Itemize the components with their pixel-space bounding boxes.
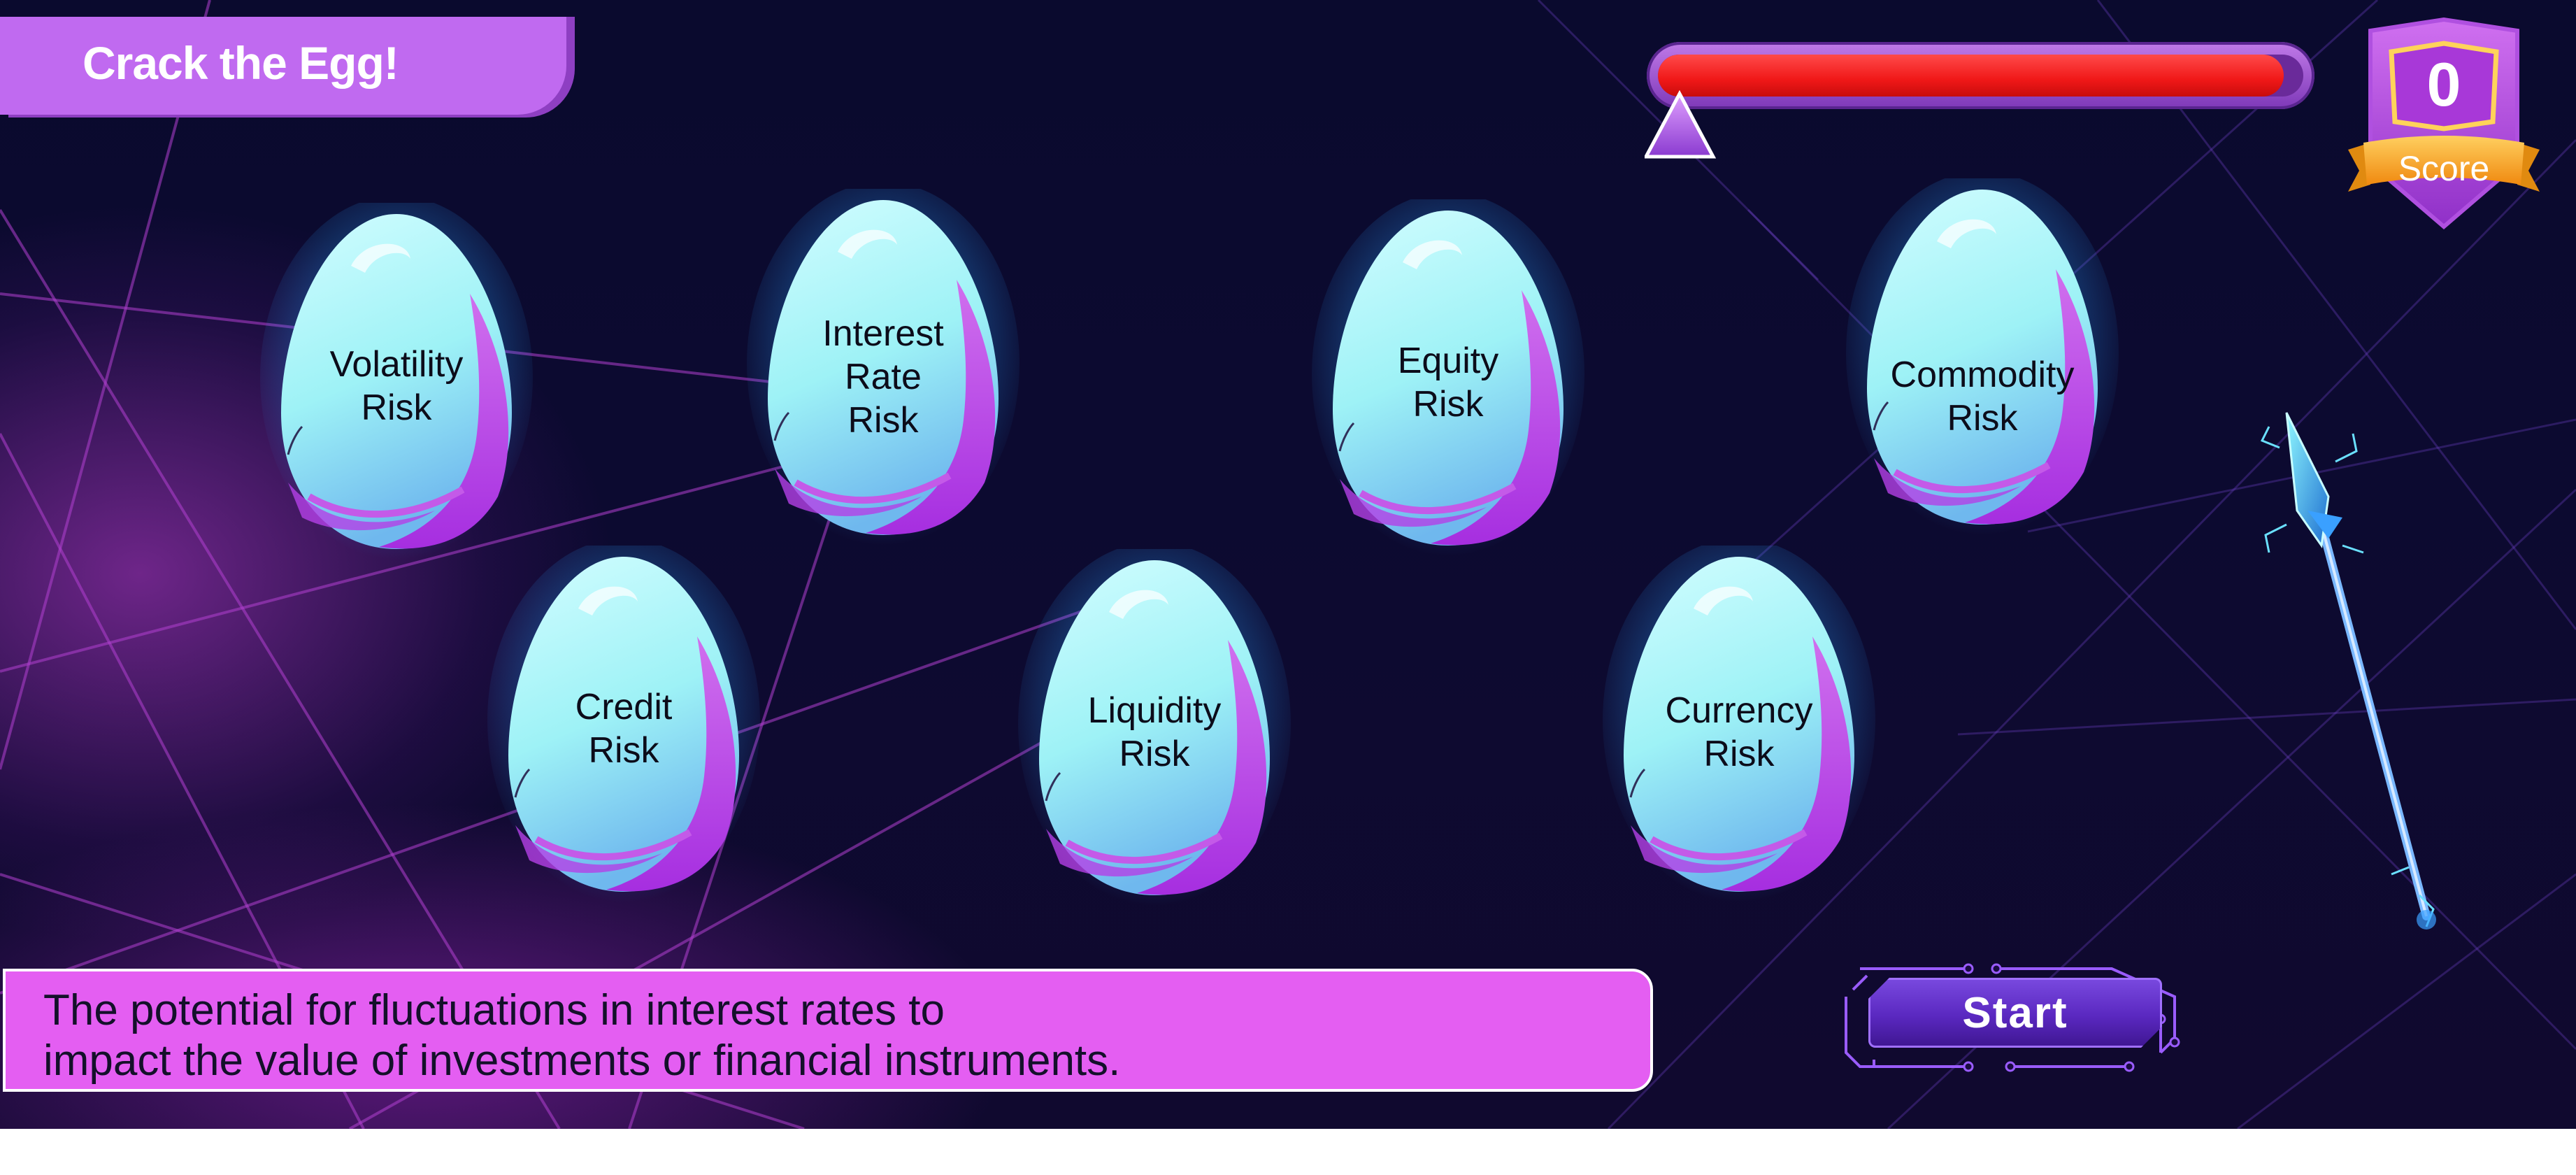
triangle-marker-icon (1645, 90, 1717, 159)
egg-volatility-risk[interactable]: Volatility Risk (260, 203, 533, 560)
egg-interest-rate-risk[interactable]: Interest Rate Risk (747, 189, 1019, 546)
description-box: The potential for fluctuations in intere… (3, 969, 1653, 1092)
egg-label: Credit Risk (575, 687, 673, 771)
egg-currency-risk[interactable]: Currency Risk (1603, 546, 1875, 902)
egg-label: Interest Rate Risk (822, 313, 944, 441)
egg-label: Commodity Risk (1890, 355, 2075, 439)
egg-equity-risk[interactable]: Equity Risk (1312, 199, 1584, 556)
risk-description: The potential for fluctuations in intere… (43, 986, 1121, 1085)
egg-label: Equity Risk (1397, 341, 1499, 425)
egg-label: Currency Risk (1665, 690, 1813, 774)
progress-track (1658, 55, 2303, 97)
score-value: 0 (2426, 50, 2461, 119)
start-button[interactable]: Start (1868, 978, 2162, 1048)
progress-fill (1658, 55, 2284, 97)
game-scene: Crack the Egg! 0 Score Volatility Risk I… (0, 0, 2576, 1129)
game-title: Crack the Egg! (83, 37, 399, 89)
egg-liquidity-risk[interactable]: Liquidity Risk (1018, 549, 1291, 906)
magic-wand-icon (2260, 412, 2436, 930)
egg-commodity-risk[interactable]: Commodity Risk (1846, 178, 2119, 535)
egg-label: Volatility Risk (329, 344, 464, 428)
score-label: Score (2398, 149, 2490, 188)
timer-progress-bar (1647, 42, 2314, 109)
start-button-label: Start (1962, 988, 2068, 1037)
egg-credit-risk[interactable]: Credit Risk (487, 546, 760, 902)
egg-label: Liquidity Risk (1087, 690, 1222, 774)
